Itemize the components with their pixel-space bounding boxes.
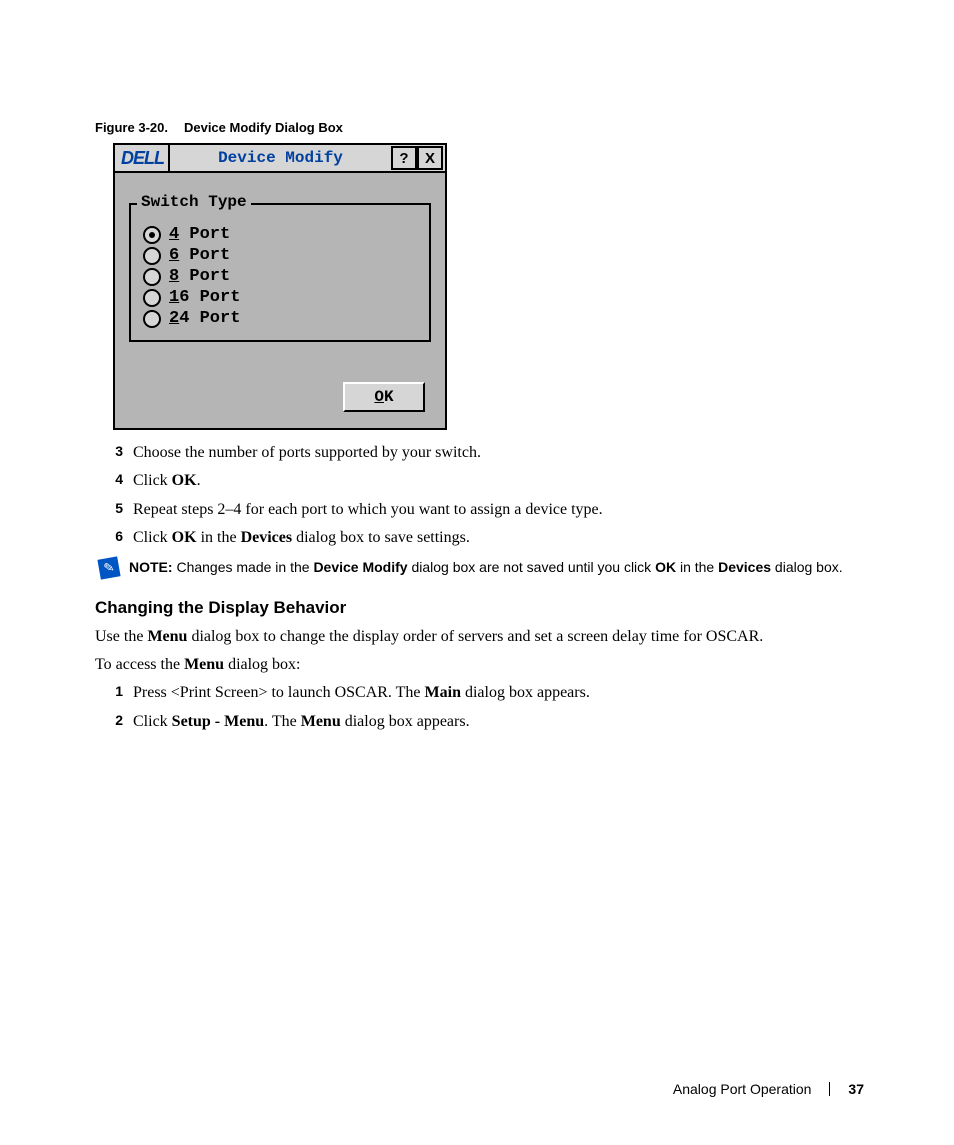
radio-icon <box>143 310 161 328</box>
dialog-title: Device Modify <box>170 149 391 167</box>
radio-icon <box>143 247 161 265</box>
step-1: 1 Press <Print Screen> to launch OSCAR. … <box>99 682 864 704</box>
footer-divider <box>829 1082 830 1096</box>
dialog-titlebar: DELL Device Modify ? X <box>115 145 445 173</box>
figure-title: Device Modify Dialog Box <box>184 120 343 135</box>
figure-number: Figure 3-20. <box>95 120 168 135</box>
radio-label: 4 Port <box>169 225 230 244</box>
dialog-body: Switch Type 4 Port 6 Port 8 Port 16 Port <box>115 173 445 428</box>
radio-icon <box>143 226 161 244</box>
note-icon: ✎ <box>95 558 129 578</box>
note-text: NOTE: Changes made in the Device Modify … <box>129 558 843 578</box>
note-block: ✎ NOTE: Changes made in the Device Modif… <box>95 558 864 578</box>
footer-section: Analog Port Operation <box>673 1081 812 1097</box>
step-6: 6 Click OK in the Devices dialog box to … <box>99 527 864 549</box>
ok-button[interactable]: OK <box>343 382 425 412</box>
radio-4-port[interactable]: 4 Port <box>143 225 417 244</box>
step-5: 5 Repeat steps 2–4 for each port to whic… <box>99 499 864 521</box>
radio-24-port[interactable]: 24 Port <box>143 309 417 328</box>
group-label: Switch Type <box>137 193 251 211</box>
radio-label: 16 Port <box>169 288 240 307</box>
step-2: 2 Click Setup - Menu. The Menu dialog bo… <box>99 711 864 733</box>
radio-icon <box>143 268 161 286</box>
paragraph-1: Use the Menu dialog box to change the di… <box>95 626 864 648</box>
dell-logo: DELL <box>117 145 170 171</box>
radio-6-port[interactable]: 6 Port <box>143 246 417 265</box>
radio-label: 6 Port <box>169 246 230 265</box>
device-modify-dialog: DELL Device Modify ? X Switch Type 4 Por… <box>113 143 447 430</box>
radio-label: 8 Port <box>169 267 230 286</box>
step-3: 3 Choose the number of ports supported b… <box>99 442 864 464</box>
steps-list-2: 1 Press <Print Screen> to launch OSCAR. … <box>99 682 864 733</box>
switch-type-group: Switch Type 4 Port 6 Port 8 Port 16 Port <box>129 203 431 342</box>
paragraph-2: To access the Menu dialog box: <box>95 654 864 676</box>
page-footer: Analog Port Operation 37 <box>673 1081 864 1097</box>
radio-16-port[interactable]: 16 Port <box>143 288 417 307</box>
figure-caption: Figure 3-20. Device Modify Dialog Box <box>95 120 864 135</box>
page-number: 37 <box>848 1081 864 1097</box>
radio-label: 24 Port <box>169 309 240 328</box>
close-button[interactable]: X <box>417 146 443 170</box>
radio-icon <box>143 289 161 307</box>
help-button[interactable]: ? <box>391 146 417 170</box>
steps-list-1: 3 Choose the number of ports supported b… <box>99 442 864 550</box>
step-4: 4 Click OK. <box>99 470 864 492</box>
heading-changing-display-behavior: Changing the Display Behavior <box>95 598 864 618</box>
radio-8-port[interactable]: 8 Port <box>143 267 417 286</box>
